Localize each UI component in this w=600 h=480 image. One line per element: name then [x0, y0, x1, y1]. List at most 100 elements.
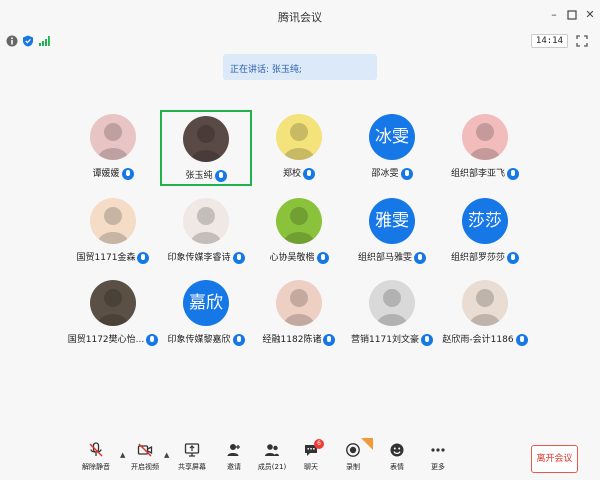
- participant-name: 营销1171刘文豪: [351, 335, 419, 345]
- participant-name-row: 赵欣雨-会计1186: [439, 332, 531, 346]
- participant-name-row: 国贸1171金森: [67, 250, 159, 264]
- shield-icon[interactable]: [22, 35, 34, 47]
- microphone-icon: [414, 251, 426, 264]
- participant-name: 组织部李亚飞: [450, 169, 505, 179]
- microphone-icon: [420, 333, 433, 346]
- invite-button[interactable]: 邀请: [214, 442, 254, 472]
- members-button[interactable]: 成员(21): [252, 442, 292, 472]
- participant-avatar: [369, 280, 415, 326]
- maximize-icon[interactable]: [565, 8, 579, 22]
- participant-avatar: 嘉欣: [183, 280, 229, 326]
- participant-tile[interactable]: 心协吴敬楷: [253, 194, 345, 270]
- participant-name: 组织部马雅雯: [357, 253, 412, 263]
- share-screen-icon: [184, 443, 200, 457]
- start-video-button[interactable]: 开启视频: [125, 442, 165, 472]
- microphone-icon: [323, 333, 336, 346]
- microphone-icon: [232, 251, 245, 264]
- microphone-icon: [121, 167, 134, 180]
- unmute-label: 解除静音: [82, 463, 110, 471]
- participant-avatar: [90, 198, 136, 244]
- emoji-icon: [390, 443, 404, 457]
- participant-avatar: [183, 116, 229, 162]
- speaking-banner: 正在讲话: 张玉纯;: [223, 54, 377, 80]
- reactions-button[interactable]: 表情: [377, 442, 417, 472]
- participant-tile[interactable]: 雅雯 组织部马雅雯: [346, 194, 438, 270]
- participant-name-row: 组织部李亚飞: [439, 166, 531, 180]
- more-button[interactable]: 更多: [418, 442, 458, 472]
- participant-tile[interactable]: 营销1171刘文豪: [346, 276, 438, 352]
- participant-tile[interactable]: 郑校: [253, 110, 345, 186]
- microphone-icon: [507, 251, 519, 264]
- share-screen-button[interactable]: 共享屏幕: [172, 442, 212, 472]
- participant-name-row: 组织部马雅雯: [346, 250, 438, 264]
- participant-avatar: [90, 114, 136, 160]
- share-screen-label: 共享屏幕: [178, 463, 206, 471]
- participant-name: 印象传媒李睿诗: [167, 253, 231, 263]
- microphone-icon: [214, 169, 227, 182]
- microphone-icon: [232, 333, 245, 346]
- record-icon: [346, 443, 360, 457]
- participant-name: 张玉纯: [185, 171, 213, 181]
- participant-name: 印象传媒黎嘉欣: [167, 335, 231, 345]
- participant-name: 组织部罗莎莎: [450, 253, 505, 263]
- participant-avatar: [462, 114, 508, 160]
- microphone-icon: [507, 167, 519, 180]
- title-bar: 腾讯会议 – ✕: [0, 0, 600, 32]
- participant-tile[interactable]: 印象传媒李睿诗: [160, 194, 252, 270]
- microphone-muted-icon: [89, 442, 103, 457]
- microphone-icon: [137, 251, 150, 264]
- reactions-label: 表情: [390, 463, 404, 471]
- participant-tile[interactable]: 冰雯 邵冰雯: [346, 110, 438, 186]
- status-bar: 14:14: [0, 32, 600, 50]
- participant-tile[interactable]: 国贸1171金森: [67, 194, 159, 270]
- fullscreen-icon[interactable]: [576, 35, 588, 47]
- participant-name: 邵冰雯: [371, 169, 399, 179]
- more-label: 更多: [431, 463, 445, 471]
- participant-name-row: 郑校: [253, 166, 345, 180]
- participant-name-row: 经融1182陈诸: [253, 332, 345, 346]
- window-title: 腾讯会议: [278, 11, 322, 24]
- participant-tile[interactable]: 莎莎 组织部罗莎莎: [439, 194, 531, 270]
- leave-meeting-button[interactable]: 离开会议: [531, 445, 578, 473]
- chat-button[interactable]: 6 聊天: [291, 439, 331, 472]
- members-label: 成员(21): [257, 463, 287, 471]
- participant-tile[interactable]: 嘉欣印象传媒黎嘉欣: [160, 276, 252, 352]
- participant-tile[interactable]: 组织部李亚飞: [439, 110, 531, 186]
- chat-label: 聊天: [304, 463, 318, 471]
- record-button[interactable]: 录制: [333, 438, 373, 472]
- signal-icon[interactable]: [38, 35, 50, 47]
- microphone-icon: [316, 251, 329, 264]
- premium-corner-icon: [361, 438, 373, 450]
- microphone-icon: [146, 333, 159, 346]
- participant-tile[interactable]: 赵欣雨-会计1186: [439, 276, 531, 352]
- participant-avatar: [276, 198, 322, 244]
- participant-avatar: [276, 280, 322, 326]
- unmute-button[interactable]: 解除静音: [76, 442, 116, 472]
- record-label: 录制: [346, 463, 360, 471]
- participant-name: 国贸1171金森: [76, 253, 136, 263]
- participant-name-row: 印象传媒黎嘉欣: [160, 332, 252, 346]
- microphone-icon: [400, 167, 413, 180]
- participant-name: 谭媛媛: [92, 169, 120, 179]
- participant-tile[interactable]: 经融1182陈诸: [253, 276, 345, 352]
- participant-name-row: 张玉纯: [162, 168, 250, 182]
- close-icon[interactable]: ✕: [583, 8, 597, 22]
- participant-name-row: 国贸1172樊心怡...: [67, 332, 159, 346]
- more-icon: [431, 448, 445, 452]
- participant-tile[interactable]: 谭媛媛: [67, 110, 159, 186]
- participant-name: 赵欣雨-会计1186: [442, 335, 514, 345]
- minimize-icon[interactable]: –: [547, 8, 561, 22]
- info-icon[interactable]: [6, 35, 18, 47]
- participant-name-row: 邵冰雯: [346, 166, 438, 180]
- participant-tile[interactable]: 国贸1172樊心怡...: [67, 276, 159, 352]
- meeting-toolbar: 解除静音 ▲ 开启视频 ▲ 共享屏幕 邀请 成员(21) 6 聊天 录制 表情 …: [0, 436, 600, 480]
- participant-name: 经融1182陈诸: [262, 335, 322, 345]
- participant-tile[interactable]: 张玉纯: [160, 110, 252, 186]
- participant-name: 郑校: [282, 169, 301, 179]
- participant-name-row: 谭媛媛: [67, 166, 159, 180]
- participant-name-row: 组织部罗莎莎: [439, 250, 531, 264]
- start-video-label: 开启视频: [131, 463, 159, 471]
- participant-name-row: 印象传媒李睿诗: [160, 250, 252, 264]
- video-options-caret[interactable]: ▲: [164, 451, 169, 459]
- microphone-icon: [303, 167, 315, 180]
